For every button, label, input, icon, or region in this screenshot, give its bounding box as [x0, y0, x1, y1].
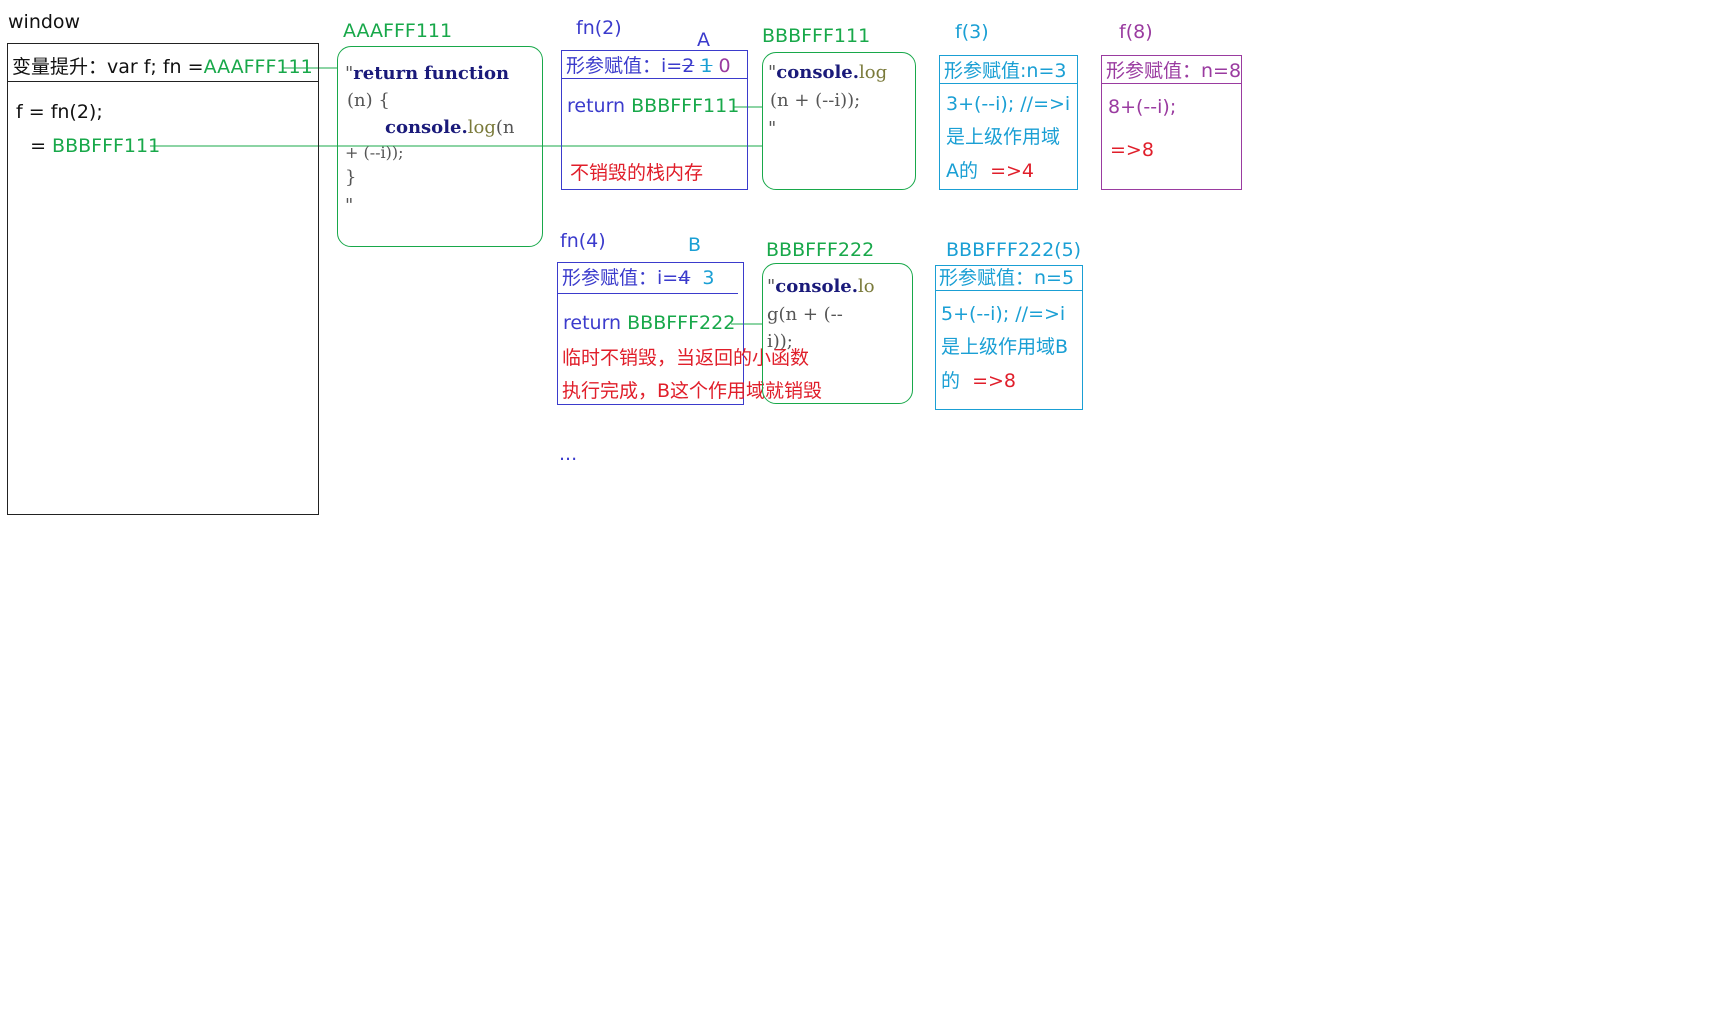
fn4-return-value: BBBFFF222 — [627, 312, 736, 334]
b222-5-line1: 5+(--i); //=>i — [941, 303, 1066, 325]
fn2-return-kw: return — [567, 95, 632, 117]
fn2-param-new1: 1 — [700, 55, 713, 77]
f8-label: f(8) — [1119, 21, 1153, 43]
kw-function: function — [423, 63, 510, 84]
assign-statement: f = fn(2); — [16, 101, 103, 123]
heap-b222-line3: i)); — [767, 331, 793, 352]
fn2-return-line: return BBBFFF111 — [567, 97, 739, 116]
scope-b-tag: B — [688, 234, 702, 256]
assign-result-line: = BBBFFF111 — [18, 137, 160, 156]
b222-5-param: 形参赋值：n=5 — [939, 267, 1075, 289]
hoisting-fn-value: AAAFFF111 — [203, 56, 313, 78]
b222-5-result: =>8 — [972, 370, 1017, 392]
b222-5-divider — [936, 290, 1082, 291]
fn2-label: fn(2) — [576, 17, 622, 39]
kw-console: console. — [775, 276, 859, 297]
f3-divider — [940, 83, 1077, 84]
fn-lo: lo — [858, 276, 875, 297]
heap-b111-line2: (n + (--i)); — [770, 90, 861, 111]
fn4-param-new: 3 — [702, 267, 715, 289]
log-arg: (n — [495, 117, 515, 138]
b222-5-line3-prefix: 的 — [941, 370, 973, 392]
kw-console: console. — [385, 117, 468, 138]
heap-aaa-close: } — [345, 167, 357, 188]
kw-console: console. — [776, 62, 860, 83]
fn4-return-kw: return — [563, 312, 628, 334]
fn2-param-line: 形参赋值：i=2 1 0 — [566, 57, 731, 76]
kw-return: return — [353, 63, 419, 84]
window-divider — [8, 81, 318, 82]
scope-a-tag: A — [697, 29, 710, 51]
fn2-param-old: 2 — [682, 55, 695, 77]
b222-5-line3: 的 =>8 — [941, 372, 1016, 391]
hoisting-prefix: 变量提升：var f; fn = — [12, 56, 204, 78]
fn2-param-new2: 0 — [718, 55, 731, 77]
fn4-return-line: return BBBFFF222 — [563, 314, 735, 333]
heap-b111-line1: "console.log — [768, 64, 887, 82]
fn4-divider — [558, 293, 738, 294]
b222-5-label: BBBFFF222(5) — [946, 239, 1082, 261]
fn2-return-value: BBBFFF111 — [631, 95, 740, 117]
fn2-divider — [562, 78, 747, 79]
heap-b222-label: BBBFFF222 — [766, 239, 875, 261]
f8-divider — [1102, 83, 1241, 84]
f8-line1: 8+(--i); — [1108, 96, 1177, 118]
fn4-param-old: 4 — [678, 267, 691, 289]
heap-aaa-quote-close: " — [345, 195, 354, 216]
fn-log: log — [467, 117, 496, 138]
heap-b111-quote-close: " — [768, 118, 777, 139]
heap-aaa-line1: "return function — [345, 65, 509, 83]
assign-value: BBBFFF111 — [52, 135, 161, 157]
fn4-param-line: 形参赋值：i=4 3 — [562, 269, 714, 288]
heap-b222-line1: "console.lo — [767, 278, 875, 296]
fn2-note: 不销毁的栈内存 — [570, 162, 704, 184]
b222-5-line2: 是上级作用域B — [941, 336, 1069, 358]
heap-aaa-line3: console.log(n — [385, 119, 515, 137]
f8-param: 形参赋值：n=8 — [1106, 60, 1242, 82]
f3-label: f(3) — [955, 21, 989, 43]
heap-aaa-label: AAAFFF111 — [343, 20, 453, 42]
fn4-param-prefix: 形参赋值：i= — [562, 267, 679, 289]
f8-result: =>8 — [1110, 139, 1154, 161]
heap-b222-line2: g(n + (-- — [767, 304, 843, 325]
f3-param: 形参赋值:n=3 — [944, 60, 1067, 82]
heap-aaa-line4: + (--i)); — [345, 143, 404, 162]
fn-log: log — [859, 62, 888, 83]
fn4-label: fn(4) — [560, 230, 606, 252]
heap-aaa-line2: (n) { — [347, 90, 390, 111]
f3-line2: 是上级作用域 — [946, 126, 1061, 148]
f3-result: =>4 — [990, 160, 1035, 182]
f3-line3-prefix: A的 — [946, 160, 991, 182]
f3-line3: A的 =>4 — [946, 162, 1034, 181]
fn2-param-prefix: 形参赋值：i= — [566, 55, 683, 77]
f3-line1: 3+(--i); //=>i — [946, 93, 1071, 115]
continuation-ellipsis: ... — [559, 443, 578, 465]
hoisting-line: 变量提升：var f; fn =AAAFFF111 — [12, 58, 313, 77]
heap-b111-label: BBBFFF111 — [762, 25, 871, 47]
window-title: window — [8, 11, 81, 33]
assign-prefix: = — [18, 135, 53, 157]
